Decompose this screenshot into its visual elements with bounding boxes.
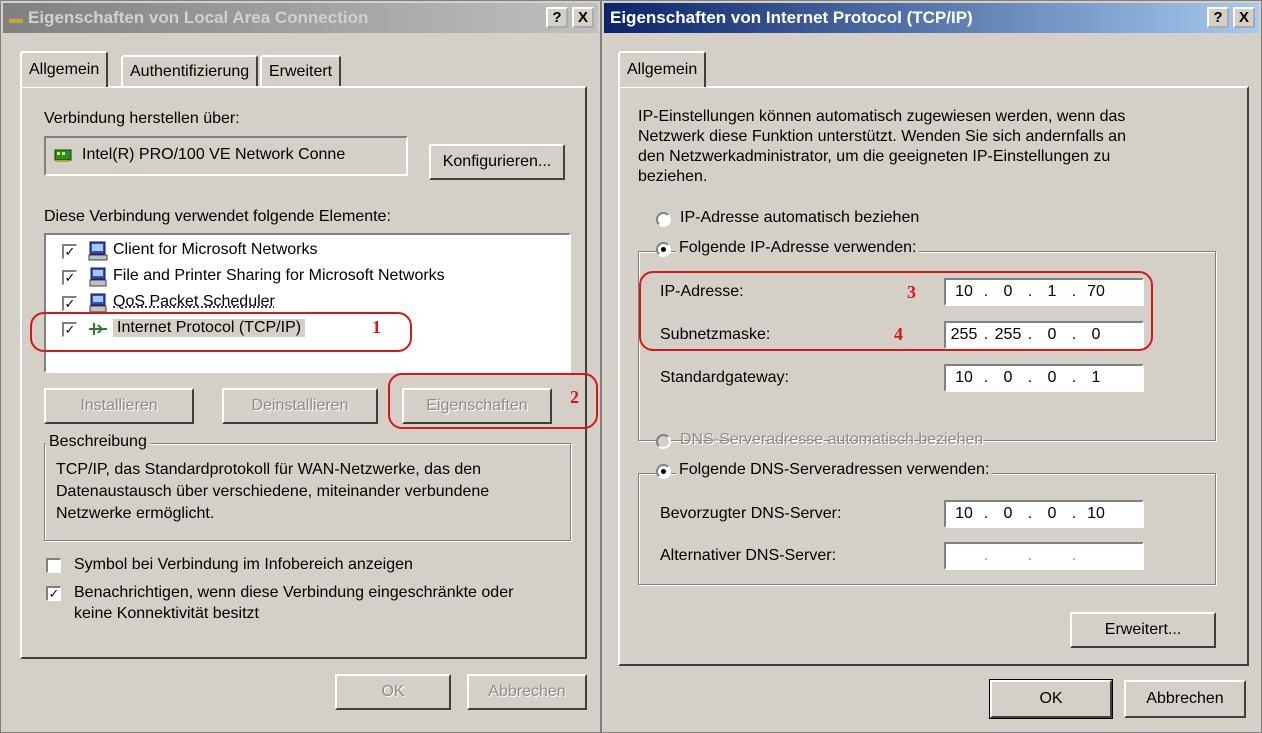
help-button[interactable]: ? — [546, 7, 568, 28]
ok-button[interactable]: OK — [989, 679, 1113, 719]
ip-octet: 10 — [955, 369, 973, 386]
network-connection-icon: ▬ — [9, 10, 23, 26]
show-icon-label: Symbol bei Verbindung im Infobereich anz… — [74, 556, 413, 573]
ip-manual-radio[interactable] — [656, 242, 671, 257]
tcpip-properties-dialog: Eigenschaften von Internet Protocol (TCP… — [601, 0, 1262, 733]
annotation-number: 1 — [372, 317, 381, 337]
network-client-icon — [88, 241, 108, 261]
components-label: Diese Verbindung verwendet folgende Elem… — [44, 208, 391, 225]
intro-text-line: IP-Einstellungen können automatisch zuge… — [638, 108, 1126, 125]
network-adapter-icon — [54, 149, 72, 162]
ip-octet: 0 — [1047, 505, 1057, 522]
ip-octet: 0 — [1047, 369, 1057, 386]
component-checkbox[interactable]: ✓ — [62, 244, 77, 259]
annotation-number: 3 — [907, 282, 916, 302]
preferred-dns-field[interactable]: 10. 0. 0. 10 — [944, 500, 1144, 528]
alternate-dns-label: Alternativer DNS-Server: — [660, 547, 837, 564]
install-button[interactable]: Installieren — [44, 388, 194, 424]
ip-auto-label: IP-Adresse automatisch beziehen — [680, 209, 920, 226]
annotation-ellipse — [30, 312, 412, 352]
title-bar[interactable]: ▬ Eigenschaften von Local Area Connectio… — [3, 3, 598, 33]
advanced-button[interactable]: Erweitert... — [1070, 612, 1216, 648]
tab-general[interactable]: Allgemein — [618, 51, 707, 87]
components-list[interactable]: ✓ Client for Microsoft Networks ✓ File a… — [44, 233, 571, 373]
alternate-dns-field[interactable]: ... — [944, 542, 1144, 570]
close-button[interactable]: X — [572, 7, 594, 28]
adapter-name: Intel(R) PRO/100 VE Network Conne — [82, 146, 346, 163]
configure-button[interactable]: Konfigurieren... — [429, 144, 565, 180]
cancel-button[interactable]: Abbrechen — [1124, 680, 1246, 718]
notify-label-line: keine Konnektivität besitzt — [74, 605, 259, 622]
ok-button[interactable]: OK — [335, 674, 451, 710]
adapter-box: Intel(R) PRO/100 VE Network Conne — [44, 136, 408, 176]
annotation-number: 4 — [894, 324, 903, 344]
gateway-label: Standardgateway: — [660, 369, 789, 386]
cancel-button[interactable]: Abbrechen — [467, 674, 587, 710]
help-button[interactable]: ? — [1207, 7, 1229, 28]
intro-text-line: beziehen. — [638, 168, 708, 185]
component-checkbox[interactable]: ✓ — [62, 296, 77, 311]
annotation-ellipse — [388, 373, 598, 429]
preferred-dns-label: Bevorzugter DNS-Server: — [660, 505, 842, 522]
intro-text-line: den Netzwerkadministrator, um die geeign… — [638, 148, 1111, 165]
ip-auto-radio[interactable] — [656, 212, 671, 227]
description-text-line: Datenaustausch über verschiedene, mitein… — [56, 483, 490, 500]
notify-checkbox[interactable]: ✓ — [46, 586, 61, 601]
component-checkbox[interactable]: ✓ — [62, 270, 77, 285]
dns-auto-radio[interactable] — [656, 434, 671, 449]
network-service-icon — [89, 293, 107, 313]
dns-manual-radio[interactable] — [656, 464, 671, 479]
window-title: Eigenschaften von Internet Protocol (TCP… — [610, 8, 973, 27]
tab-advanced[interactable]: Erweitert — [260, 55, 342, 87]
close-button[interactable]: X — [1233, 7, 1255, 28]
description-text-line: Netzwerke ermöglicht. — [56, 505, 215, 522]
component-label: Client for Microsoft Networks — [113, 241, 318, 258]
ip-octet: 10 — [955, 505, 973, 522]
description-group-label: Beschreibung — [46, 433, 150, 451]
uninstall-button[interactable]: Deinstallieren — [222, 388, 378, 424]
ip-octet: 1 — [1091, 369, 1101, 386]
connect-via-label: Verbindung herstellen über: — [44, 110, 240, 127]
annotation-number: 2 — [570, 387, 579, 407]
notify-label-line: Benachrichtigen, wenn diese Verbindung e… — [74, 584, 514, 601]
tab-general[interactable]: Allgemein — [20, 51, 109, 87]
network-service-icon — [89, 267, 107, 287]
show-icon-checkbox[interactable] — [46, 558, 61, 573]
intro-text-line: Netzwerk diese Funktion unterstützt. Wen… — [638, 128, 1126, 145]
component-label: File and Printer Sharing for Microsoft N… — [113, 267, 445, 284]
ip-octet: 10 — [1087, 505, 1105, 522]
gateway-field[interactable]: 10. 0. 0. 1 — [944, 364, 1144, 392]
ip-manual-label: Folgende IP-Adresse verwenden: — [676, 239, 920, 257]
window-title: Eigenschaften von Local Area Connection — [28, 8, 369, 27]
ip-octet: 0 — [1003, 369, 1013, 386]
dns-auto-label: DNS-Serveradresse automatisch beziehen — [680, 431, 984, 448]
local-area-connection-properties-dialog: ▬ Eigenschaften von Local Area Connectio… — [0, 0, 601, 733]
component-label: QoS Packet Scheduler — [113, 293, 275, 310]
ip-octet: 0 — [1003, 505, 1013, 522]
description-text-line: TCP/IP, das Standardprotokoll für WAN-Ne… — [56, 461, 482, 478]
general-tab-panel: IP-Einstellungen können automatisch zuge… — [618, 86, 1249, 666]
title-bar[interactable]: Eigenschaften von Internet Protocol (TCP… — [604, 3, 1259, 33]
tab-authentication[interactable]: Authentifizierung — [121, 55, 259, 87]
dns-manual-label: Folgende DNS-Serveradressen verwenden: — [676, 461, 993, 479]
